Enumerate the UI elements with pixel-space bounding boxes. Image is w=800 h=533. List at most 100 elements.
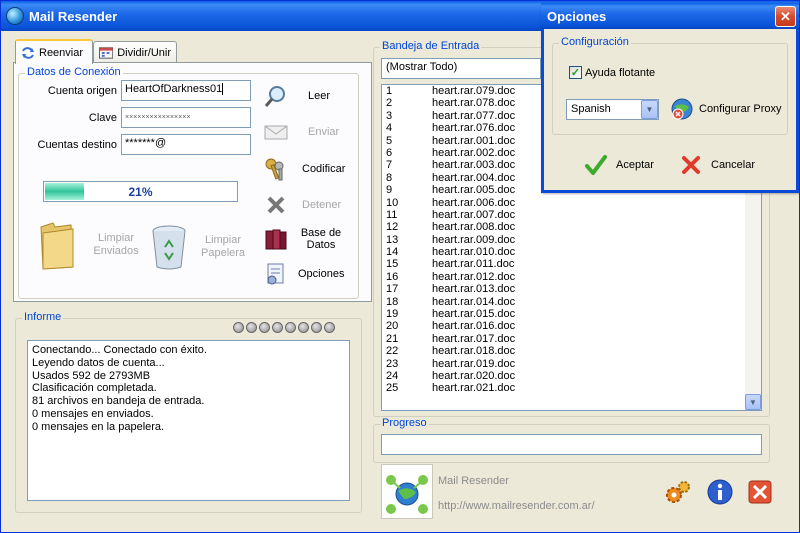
status-light-icon bbox=[272, 322, 283, 333]
options-title: Opciones bbox=[547, 8, 607, 24]
password-input[interactable]: ×××××××××××××××× bbox=[121, 107, 251, 128]
inbox-row-filename: heart.rar.002.doc bbox=[432, 146, 516, 159]
enviar-label: Enviar bbox=[308, 126, 340, 138]
inbox-row-filename: heart.rar.001.doc bbox=[432, 134, 516, 147]
inbox-row-number: 13 bbox=[386, 233, 399, 246]
inbox-row[interactable]: 12 heart.rar.008.doc bbox=[382, 221, 761, 233]
settings-gears-icon[interactable] bbox=[663, 478, 693, 508]
configurar-proxy-button[interactable]: Configurar Proxy bbox=[670, 97, 782, 121]
inbox-row-filename: heart.rar.012.doc bbox=[432, 270, 516, 283]
limpiar-enviados-button[interactable]: Limpiar Enviados bbox=[37, 219, 141, 271]
tooltip-checkbox-row[interactable]: ✓ Ayuda flotante bbox=[569, 66, 655, 79]
cancelar-label: Cancelar bbox=[711, 159, 756, 171]
inbox-row-filename: heart.rar.013.doc bbox=[432, 283, 516, 296]
origin-account-value: HeartOfDarkness01 bbox=[125, 83, 223, 95]
envelope-icon bbox=[264, 125, 288, 140]
inbox-row[interactable]: 10 heart.rar.006.doc bbox=[382, 197, 761, 209]
inbox-row[interactable]: 20 heart.rar.016.doc bbox=[382, 320, 761, 332]
inbox-row-number: 21 bbox=[386, 332, 399, 345]
inbox-row-filename: heart.rar.014.doc bbox=[432, 295, 516, 308]
opciones-button[interactable]: Opciones bbox=[264, 262, 344, 286]
inbox-row[interactable]: 18 heart.rar.014.doc bbox=[382, 296, 761, 308]
close-icon[interactable]: ✕ bbox=[775, 6, 796, 27]
keys-icon bbox=[265, 158, 284, 181]
cancelar-button[interactable]: Cancelar bbox=[681, 155, 755, 175]
about-app-name: Mail Resender bbox=[438, 475, 509, 487]
inbox-row[interactable]: 25 heart.rar.021.doc bbox=[382, 382, 761, 394]
app-logo bbox=[381, 464, 433, 519]
inbox-row[interactable]: 16 heart.rar.012.doc bbox=[382, 271, 761, 283]
connection-legend: Datos de Conexión bbox=[25, 66, 123, 78]
codificar-button[interactable]: Codificar bbox=[264, 157, 345, 181]
options-titlebar[interactable]: Opciones ✕ bbox=[541, 3, 799, 29]
detener-label: Detener bbox=[302, 199, 342, 211]
limpiar-papelera-button[interactable]: Limpiar Papelera bbox=[151, 223, 245, 271]
inbox-row-number: 8 bbox=[386, 171, 393, 184]
main-title: Mail Resender bbox=[29, 8, 118, 24]
language-select[interactable]: Spanish ▼ bbox=[566, 99, 659, 120]
inbox-row[interactable]: 21 heart.rar.017.doc bbox=[382, 333, 761, 345]
exit-icon[interactable] bbox=[748, 480, 772, 504]
about-url-link[interactable]: http://www.mailresender.com.ar/ bbox=[438, 500, 595, 512]
aceptar-label: Aceptar bbox=[616, 159, 654, 171]
info-icon[interactable] bbox=[707, 479, 733, 505]
aceptar-button[interactable]: Aceptar bbox=[584, 153, 654, 177]
detener-button[interactable]: Detener bbox=[264, 193, 341, 217]
tooltip-checkbox[interactable]: ✓ bbox=[569, 66, 582, 79]
inbox-row-filename: heart.rar.010.doc bbox=[432, 246, 516, 259]
log-line: 0 mensajes en la papelera. bbox=[32, 420, 165, 433]
connection-progress-bar: 21% bbox=[43, 181, 238, 202]
dest-accounts-value: *******@ bbox=[125, 137, 167, 149]
log-line: 81 archivos en bandeja de entrada. bbox=[32, 395, 205, 408]
inbox-row[interactable]: 24 heart.rar.020.doc bbox=[382, 370, 761, 382]
base-datos-button[interactable]: Base de Datos bbox=[264, 227, 344, 251]
inbox-row[interactable]: 23 heart.rar.019.doc bbox=[382, 358, 761, 370]
log-line: 0 mensajes en enviados. bbox=[32, 407, 154, 420]
dest-accounts-input[interactable]: *******@ bbox=[121, 134, 251, 155]
inbox-row-number: 12 bbox=[386, 221, 399, 234]
inbox-row-filename: heart.rar.077.doc bbox=[432, 109, 516, 122]
globe-network-icon bbox=[386, 475, 428, 514]
inbox-row-number: 3 bbox=[386, 109, 393, 122]
leer-button[interactable]: Leer bbox=[264, 84, 330, 108]
inbox-row[interactable]: 11 heart.rar.007.doc bbox=[382, 209, 761, 221]
inbox-row-number: 7 bbox=[386, 159, 393, 172]
status-lights bbox=[231, 322, 335, 336]
progreso-legend: Progreso bbox=[380, 417, 429, 429]
status-light-icon bbox=[324, 322, 335, 333]
inbox-row-number: 5 bbox=[386, 134, 393, 147]
language-value: Spanish bbox=[571, 103, 611, 115]
inbox-row-number: 15 bbox=[386, 258, 399, 271]
tab-dividir-unir[interactable]: Dividir/Unir bbox=[93, 41, 177, 63]
inbox-row-number: 4 bbox=[386, 122, 393, 135]
inbox-row[interactable]: 17 heart.rar.013.doc bbox=[382, 283, 761, 295]
inbox-row[interactable]: 14 heart.rar.010.doc bbox=[382, 246, 761, 258]
inbox-row-filename: heart.rar.006.doc bbox=[432, 196, 516, 209]
log-line: Clasificación completada. bbox=[32, 382, 157, 395]
inbox-row-filename: heart.rar.079.doc bbox=[432, 85, 516, 97]
config-groupbox: Configuración bbox=[552, 36, 788, 135]
origin-account-input[interactable]: HeartOfDarkness01 bbox=[121, 80, 251, 101]
status-light-icon bbox=[285, 322, 296, 333]
log-textarea[interactable]: Conectando... Conectado con éxito. Leyen… bbox=[27, 340, 350, 501]
enviar-button[interactable]: Enviar bbox=[264, 120, 339, 144]
inbox-row-number: 19 bbox=[386, 308, 399, 321]
inbox-row[interactable]: 19 heart.rar.015.doc bbox=[382, 308, 761, 320]
inbox-row-number: 6 bbox=[386, 146, 393, 159]
inbox-row-number: 24 bbox=[386, 369, 399, 382]
inbox-row[interactable]: 15 heart.rar.011.doc bbox=[382, 258, 761, 270]
inbox-row-filename: heart.rar.005.doc bbox=[432, 184, 516, 197]
inbox-filter-dropdown[interactable]: (Mostrar Todo) bbox=[381, 58, 541, 79]
scroll-down-arrow-icon[interactable]: ▼ bbox=[745, 394, 761, 410]
app-globe-icon bbox=[7, 8, 23, 24]
inbox-row-filename: heart.rar.019.doc bbox=[432, 357, 516, 370]
status-light-icon bbox=[259, 322, 270, 333]
tab-reenviar[interactable]: Reenviar bbox=[15, 39, 93, 64]
inbox-row-filename: heart.rar.007.doc bbox=[432, 208, 516, 221]
options-dialog: Opciones ✕ Configuración ✓ Ayuda flotant… bbox=[541, 3, 799, 193]
inbox-row-filename: heart.rar.003.doc bbox=[432, 159, 516, 172]
inbox-row[interactable]: 22 heart.rar.018.doc bbox=[382, 345, 761, 357]
inbox-row-number: 25 bbox=[386, 382, 399, 395]
inbox-row[interactable]: 13 heart.rar.009.doc bbox=[382, 234, 761, 246]
inbox-row-filename: heart.rar.011.doc bbox=[432, 258, 515, 271]
